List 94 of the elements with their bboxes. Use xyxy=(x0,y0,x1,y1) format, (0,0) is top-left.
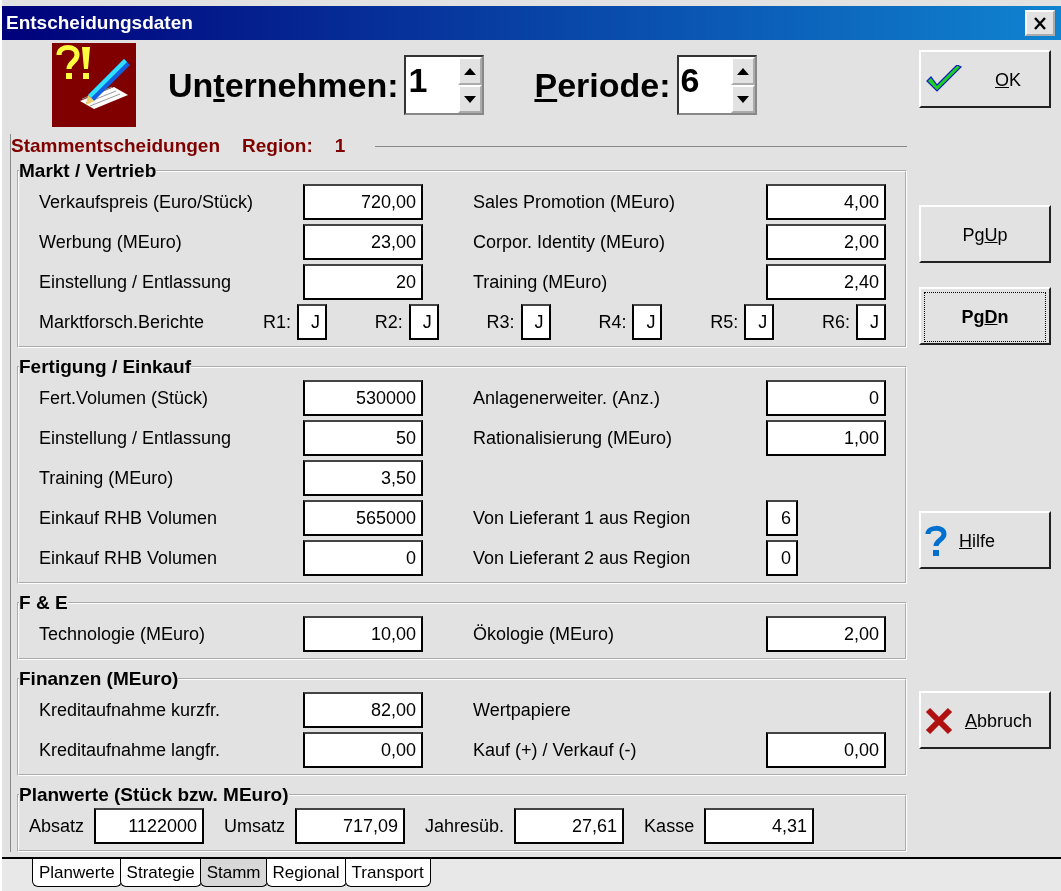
input-field[interactable]: 0,00 xyxy=(303,732,423,768)
field-label: Marktforsch.Berichte xyxy=(39,311,206,333)
close-button[interactable] xyxy=(1025,10,1055,36)
field-label: Absatz xyxy=(29,815,85,837)
tab[interactable]: Transport xyxy=(344,859,431,887)
input-field[interactable]: 0,00 xyxy=(766,732,886,768)
input-field[interactable]: 0 xyxy=(303,540,423,576)
input-field[interactable]: J xyxy=(520,304,551,340)
down-arrow-icon[interactable] xyxy=(736,95,749,103)
up-arrow-icon[interactable] xyxy=(736,67,749,75)
input-field[interactable]: 2,00 xyxy=(766,616,886,652)
tab[interactable]: Planwerte xyxy=(32,859,122,887)
input-field[interactable]: J xyxy=(632,304,663,340)
input-field[interactable]: 565000 xyxy=(303,500,423,536)
section-title: Stammentscheidungen xyxy=(11,135,221,157)
field-label: Kasse xyxy=(644,815,695,837)
input-field[interactable]: 23,00 xyxy=(303,224,423,260)
field-label: Von Lieferant 1 aus Region xyxy=(472,507,692,529)
cancel-button[interactable]: Abbruch xyxy=(919,691,1051,749)
field-label: Umsatz xyxy=(224,815,286,837)
pgdn-button[interactable]: PgDn xyxy=(919,287,1051,345)
input-field[interactable]: 0 xyxy=(766,380,886,416)
field-label: Von Lieferant 2 aus Region xyxy=(472,547,692,569)
field-label: Sales Promotion (MEuro) xyxy=(472,191,677,213)
input-field[interactable]: 82,00 xyxy=(303,692,423,728)
up-arrow-icon[interactable] xyxy=(464,67,477,75)
field-label: Werbung (MEuro) xyxy=(39,231,183,253)
report-label: R6: xyxy=(822,311,850,333)
question-mark-icon xyxy=(925,525,947,557)
field-label: Rationalisierung (MEuro) xyxy=(472,427,674,449)
input-field[interactable]: 530000 xyxy=(303,380,423,416)
field-label: Einkauf RHB Volumen xyxy=(39,507,219,529)
input-field[interactable]: 1122000 xyxy=(94,808,205,844)
field-label: Kreditaufnahme kurzfr. xyxy=(39,699,222,721)
field-label: Technologie (MEuro) xyxy=(39,623,207,645)
report-label: R4: xyxy=(598,311,627,333)
group-title: Planwerte (Stück bzw. MEuro) xyxy=(19,784,289,806)
report-label: R1: xyxy=(263,311,291,333)
input-field[interactable]: 1,00 xyxy=(766,420,886,456)
input-field[interactable]: J xyxy=(408,304,439,340)
field-label: Einstellung / Entlassung xyxy=(39,271,233,293)
field-label: Fert.Volumen (Stück) xyxy=(39,387,210,409)
spin-field[interactable]: 6 xyxy=(676,55,757,115)
input-field[interactable]: J xyxy=(297,304,327,340)
field-label: Wertpapiere xyxy=(472,699,572,721)
spin-label: Unternehmen: xyxy=(168,65,399,105)
spin-label: Periode: xyxy=(534,65,671,105)
input-field[interactable]: 4,31 xyxy=(704,808,815,844)
group-title: Finanzen (MEuro) xyxy=(19,668,179,690)
input-field[interactable]: 2,00 xyxy=(766,224,886,260)
field-label: Einkauf RHB Volumen xyxy=(39,547,219,569)
group-title: Fertigung / Einkauf xyxy=(19,356,192,378)
input-field[interactable]: 717,09 xyxy=(295,808,406,844)
spin-field[interactable]: 1 xyxy=(404,55,485,115)
input-field[interactable]: 2,40 xyxy=(766,264,886,300)
notepad-pencil-icon xyxy=(52,43,136,127)
input-field[interactable]: 4,00 xyxy=(766,184,886,220)
close-icon xyxy=(1033,16,1047,30)
report-label: R5: xyxy=(710,311,739,333)
field-label: Anlagenerweiter. (Anz.) xyxy=(472,387,662,409)
region-value: 1 xyxy=(334,135,346,157)
group-title: F & E xyxy=(19,592,68,614)
input-field[interactable]: J xyxy=(856,304,886,340)
field-label: Jahresüb. xyxy=(425,815,505,837)
pgup-button[interactable]: PgUp xyxy=(919,205,1051,263)
input-field[interactable]: 6 xyxy=(766,500,798,536)
input-field[interactable]: 20 xyxy=(303,264,423,300)
input-field[interactable]: 27,61 xyxy=(514,808,625,844)
input-field[interactable]: 50 xyxy=(303,420,423,456)
input-field[interactable]: 3,50 xyxy=(303,460,423,496)
field-label: Kauf (+) / Verkauf (-) xyxy=(472,739,638,761)
group-title: Markt / Vertrieb xyxy=(19,160,157,182)
report-label: R2: xyxy=(374,311,403,333)
input-field[interactable]: 10,00 xyxy=(303,616,423,652)
input-field[interactable]: 720,00 xyxy=(303,184,423,220)
field-label: Einstellung / Entlassung xyxy=(39,427,233,449)
window-title: Entscheidungsdaten xyxy=(6,12,194,34)
input-field[interactable]: J xyxy=(744,304,775,340)
ok-button[interactable]: OK xyxy=(919,50,1051,108)
field-label: Ökologie (MEuro) xyxy=(472,623,616,645)
report-label: R3: xyxy=(486,311,515,333)
tab[interactable]: Strategie xyxy=(119,859,202,887)
input-field[interactable]: 0 xyxy=(766,540,798,576)
field-label: Verkaufspreis (Euro/Stück) xyxy=(39,191,255,213)
tab[interactable]: Stamm xyxy=(199,859,268,887)
help-button[interactable]: Hilfe xyxy=(919,511,1051,569)
field-label: Corpor. Identity (MEuro) xyxy=(472,231,667,253)
field-label: Training (MEuro) xyxy=(472,271,609,293)
field-label: Training (MEuro) xyxy=(39,467,175,489)
down-arrow-icon[interactable] xyxy=(464,95,477,103)
cross-icon xyxy=(925,707,953,735)
field-label: Kreditaufnahme langfr. xyxy=(39,739,222,761)
region-label: Region: xyxy=(242,135,313,157)
tab[interactable]: Regional xyxy=(265,859,347,887)
